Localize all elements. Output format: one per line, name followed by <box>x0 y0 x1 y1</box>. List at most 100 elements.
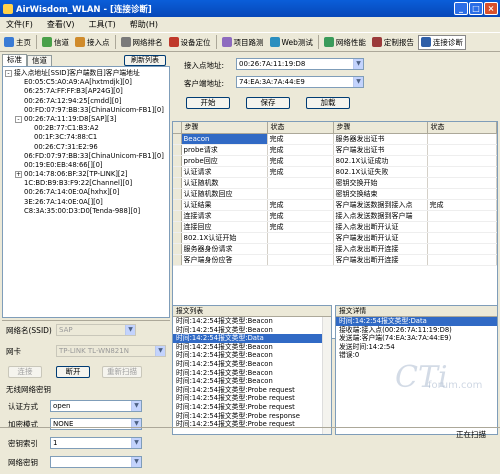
expand-icon[interactable]: + <box>15 171 22 179</box>
packet-list-item[interactable]: 时间:14:2:54报文类型:Probe request <box>173 394 331 403</box>
toolbar-button-8[interactable]: 网络性能 <box>322 36 368 49</box>
col-status-2[interactable]: 状态 <box>427 122 497 134</box>
table-row[interactable]: 客户端身份应答 客户端发出断开连接 <box>173 254 497 266</box>
packet-list-item[interactable]: 时间:14:2:54报文类型:Beacon <box>173 317 331 326</box>
packet-list-item[interactable]: 时间:14:2:54报文类型:Beacon <box>173 351 331 360</box>
table-cell <box>427 210 497 222</box>
ap-address-select[interactable]: 00:26:7A:11:19:D8 ▼ <box>236 58 364 70</box>
network-key-select[interactable]: ▼ <box>50 456 142 468</box>
row-header[interactable] <box>173 144 182 156</box>
row-header[interactable] <box>173 188 182 200</box>
row-header[interactable] <box>173 133 182 145</box>
table-row[interactable]: Beacon 完成 服务器发出证书 <box>173 133 497 145</box>
save-button[interactable]: 保存 <box>246 97 290 109</box>
table-cell: 连接回应 <box>181 221 268 233</box>
tree-item[interactable]: -00:26:7A:11:19:D8[SAP][3] <box>5 115 167 124</box>
row-header[interactable] <box>173 232 182 244</box>
tree-item[interactable]: C8:3A:35:00:D3:D0[Tenda-988][0] <box>5 207 167 216</box>
auth-select[interactable]: open ▼ <box>50 400 142 412</box>
tree-item[interactable]: 00:1F:3C:74:88:C1 <box>5 133 167 142</box>
table-row[interactable]: 连接请求 完成 接入点发送数据到客户端 <box>173 210 497 222</box>
table-row[interactable]: 连接回应 完成 接入点发出断开认证 <box>173 221 497 233</box>
packet-list-item[interactable]: 时间:14:2:54报文类型:Probe request <box>173 403 331 412</box>
menu-file[interactable]: 文件(F) <box>6 19 33 30</box>
tree-item[interactable]: - 接入点地址[SSID]客户端数目]客户端地址 <box>5 69 167 78</box>
tree-item[interactable]: 3E:26:7A:14:0E:0A[][0] <box>5 198 167 207</box>
network-form: 网络名(SSID) SAP ▼ 网卡 TP-LINK TL-WN821N ▼ <box>2 320 170 370</box>
collapse-icon[interactable]: - <box>5 70 12 78</box>
tree-item[interactable]: 00:2B:77:C1:B3:A2 <box>5 124 167 133</box>
row-header[interactable] <box>173 210 182 222</box>
tree-item[interactable]: 06:FD:07:97:BB:33[ChinaUnicom-FB1][0] <box>5 152 167 161</box>
menu-view[interactable]: 查看(V) <box>47 19 75 30</box>
connect-button[interactable]: 连接 <box>8 366 42 378</box>
tree-item[interactable]: 1C:BD:B9:B3:F9:22[Channel][0] <box>5 179 167 188</box>
row-header[interactable] <box>173 243 182 255</box>
tree-item[interactable]: 06:25:7A:FF:FF:B3[AP24G][0] <box>5 87 167 96</box>
row-header-corner <box>173 122 182 134</box>
table-row[interactable]: probe回应 完成 802.1X认证成功 <box>173 155 497 167</box>
minimize-button[interactable]: _ <box>454 2 468 15</box>
row-header[interactable] <box>173 199 182 211</box>
table-cell <box>267 254 334 266</box>
toolbar-button-5[interactable]: 设备定位 <box>167 36 213 49</box>
toolbar-button-3[interactable]: 接入点 <box>73 36 112 49</box>
menu-tools[interactable]: 工具(T) <box>89 19 116 30</box>
table-row[interactable]: probe请求 完成 客户端发出证书 <box>173 144 497 156</box>
maximize-button[interactable]: □ <box>469 2 483 15</box>
tab-standard[interactable]: 标准 <box>2 54 27 66</box>
tree-item[interactable]: 00:FD:07:97:BB:33[ChinaUnicom-FB1][0] <box>5 106 167 115</box>
table-row[interactable]: 认证随机数 密钥交换开始 <box>173 177 497 189</box>
toolbar-button-2[interactable]: 信道 <box>40 36 71 49</box>
toolbar-button-6[interactable]: 项目路测 <box>220 36 266 49</box>
packet-list-scrollbar[interactable] <box>322 317 331 434</box>
table-row[interactable]: 认证随机数回应 密钥交换结束 <box>173 188 497 200</box>
packet-list-item[interactable]: 时间:14:2:54报文类型:Beacon <box>173 377 331 386</box>
row-header[interactable] <box>173 221 182 233</box>
table-row[interactable]: 服务器身份请求 接入点发出断开连接 <box>173 243 497 255</box>
load-button[interactable]: 加载 <box>306 97 350 109</box>
rescan-button[interactable]: 重新扫描 <box>102 366 142 378</box>
toolbar-button-1[interactable]: 主页 <box>2 36 33 49</box>
toolbar-button-7[interactable]: Web测试 <box>268 36 315 49</box>
col-status-1[interactable]: 状态 <box>267 122 334 134</box>
tree-item[interactable]: 00:26:C7:31:E2:96 <box>5 143 167 152</box>
refresh-list-button[interactable]: 刷新列表 <box>124 55 166 66</box>
tree-item[interactable]: 00:26:7A:12:94:25[cmdd][0] <box>5 97 167 106</box>
packet-list-item[interactable]: 时间:14:2:54报文类型:Beacon <box>173 360 331 369</box>
tree-item-label: 00:26:C7:31:E2:96 <box>34 142 98 151</box>
row-header[interactable] <box>173 166 182 178</box>
table-row[interactable]: 802.1X认证开始 客户端发出断开认证 <box>173 232 497 244</box>
ssid-select[interactable]: SAP ▼ <box>56 324 136 336</box>
packet-list-item[interactable]: 时间:14:2:54报文类型:Beacon <box>173 369 331 378</box>
row-header[interactable] <box>173 155 182 167</box>
row-header[interactable] <box>173 254 182 266</box>
client-address-select[interactable]: 74:EA:3A:7A:44:E9 ▼ <box>236 76 364 88</box>
toolbar-button-10[interactable]: 连接诊断 <box>417 34 466 50</box>
menu-help[interactable]: 帮助(H) <box>130 19 158 30</box>
packet-list-item[interactable]: 时间:14:2:54报文类型:Beacon <box>173 343 331 352</box>
close-button[interactable]: × <box>484 2 498 15</box>
toolbar-button-4[interactable]: 网络排名 <box>119 36 165 49</box>
tree-item[interactable]: +00:14:78:06:BF:32[TP-LINK][2] <box>5 170 167 179</box>
packet-list-item[interactable]: 时间:14:2:54报文类型:Beacon <box>173 326 331 335</box>
table-row[interactable]: 认证请求 完成 802.1X认证失败 <box>173 166 497 178</box>
collapse-icon[interactable]: - <box>15 116 22 124</box>
packet-list-item[interactable]: 时间:14:2:54报文类型:Probe response <box>173 412 331 421</box>
start-button[interactable]: 开始 <box>186 97 230 109</box>
col-step-1[interactable]: 步骤 <box>181 122 268 134</box>
disconnect-button[interactable]: 断开 <box>56 366 90 378</box>
col-step-2[interactable]: 步骤 <box>333 122 428 134</box>
ap-tree[interactable]: - 接入点地址[SSID]客户端数目]客户端地址 E0:05:C5:A0:A9:AA… <box>2 66 170 318</box>
tree-item[interactable]: 00:19:E0:EB:48:66[][0] <box>5 161 167 170</box>
toolbar-separator <box>317 35 319 49</box>
tree-item[interactable]: 00:26:7A:14:0E:0A[hxhx][0] <box>5 188 167 197</box>
packet-list-item[interactable]: 时间:14:2:54报文类型:Probe request <box>173 386 331 395</box>
tab-channel[interactable]: 信道 <box>27 55 52 66</box>
table-row[interactable]: 认证结果 完成 客户端发送数据到接入点 完成 <box>173 199 497 211</box>
packet-list-item[interactable]: 时间:14:2:54报文类型:Data <box>173 334 331 343</box>
nic-select[interactable]: TP-LINK TL-WN821N ▼ <box>56 345 166 357</box>
row-header[interactable] <box>173 177 182 189</box>
toolbar-button-9[interactable]: 定制报告 <box>370 36 416 49</box>
tree-item[interactable]: E0:05:C5:A0:A9:AA[hxtmdjk][0] <box>5 78 167 87</box>
